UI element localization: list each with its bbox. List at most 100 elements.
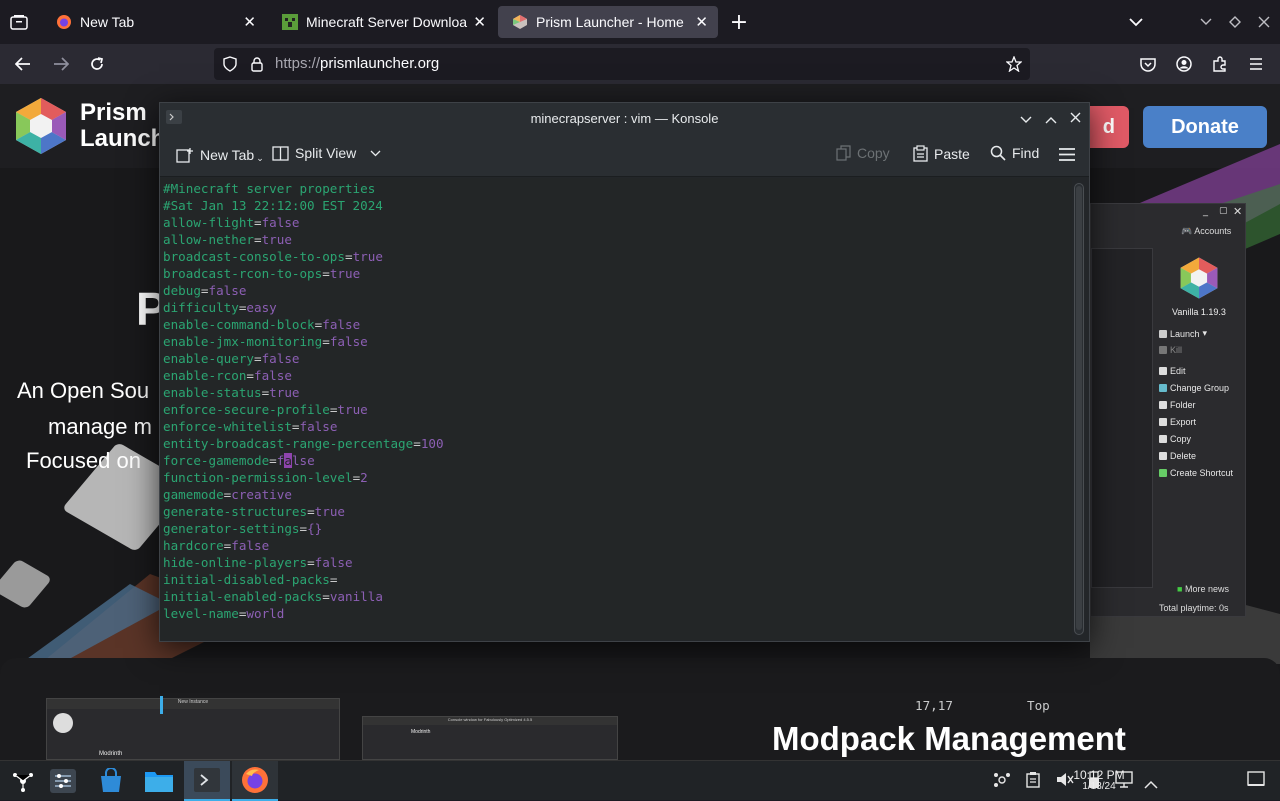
equals-sign: = [307,555,315,570]
copy-button[interactable]: Copy [836,145,890,161]
create-shortcut-button[interactable]: Create Shortcut [1159,468,1233,478]
property-value: false [329,334,368,349]
close-tab-icon[interactable]: ✕ [469,13,486,31]
url-bar[interactable]: https://prismlauncher.org [214,48,1030,80]
scrollbar-thumb[interactable] [1076,186,1082,630]
back-arrow-icon[interactable] [12,54,34,74]
clipboard-icon[interactable] [1026,771,1040,792]
property-key: enforce-whitelist [163,419,292,434]
pocket-icon[interactable] [1138,54,1158,74]
maximize-icon[interactable] [1045,112,1057,127]
new-tab-icon [176,147,193,163]
property-key: enable-rcon [163,368,247,383]
close-icon[interactable] [1070,111,1081,126]
export-icon [1159,418,1167,426]
discover-store-button[interactable] [88,761,134,801]
property-line: enable-command-block=false [163,316,1072,333]
property-value: true [269,385,300,400]
list-all-tabs-icon[interactable] [1126,12,1146,32]
tab-minecraft[interactable]: Minecraft Server Downloa ✕ [268,6,496,38]
maximize-icon[interactable]: ▢ [1219,206,1228,216]
file-manager-button[interactable] [136,761,182,801]
folder-button[interactable]: Folder [1159,400,1196,410]
tab-overview-icon[interactable] [8,12,30,32]
property-key: enable-jmx-monitoring [163,334,323,349]
system-settings-button[interactable] [40,761,86,801]
close-icon[interactable]: ✕ [1233,205,1242,218]
close-tab-icon[interactable]: ✕ [243,13,256,31]
new-tab-button[interactable]: New Tab ⌄ [176,145,264,164]
forward-arrow-icon[interactable] [50,54,72,74]
property-line: broadcast-rcon-to-ops=true [163,265,1072,282]
property-line: generator-settings={} [163,520,1072,537]
split-view-button[interactable]: Split View [272,145,381,161]
property-line: force-gamemode=false [163,452,1072,469]
vim-buffer[interactable]: #Minecraft server properties #Sat Jan 13 … [163,180,1072,622]
find-button[interactable]: Find [990,145,1039,161]
equals-sign: = [307,504,315,519]
donate-button[interactable]: Donate [1143,106,1267,148]
network-share-icon[interactable] [993,771,1011,793]
property-value: true [337,402,368,417]
hero-tagline: Focused on [26,448,141,473]
minimize-window-icon[interactable] [1196,12,1216,32]
property-key: enable-command-block [163,317,315,332]
edit-button[interactable]: Edit [1159,366,1186,376]
bookmark-star-icon[interactable] [1004,54,1024,74]
firefox-taskbar-button[interactable] [232,761,278,801]
paste-button[interactable]: Paste [913,145,970,162]
reload-icon[interactable] [86,54,108,74]
kill-button[interactable]: Kill [1159,345,1182,355]
property-key: level-name [163,606,239,621]
change-group-button[interactable]: Change Group [1159,383,1229,393]
instance-icon [1180,257,1218,299]
maximize-window-icon[interactable] [1225,12,1245,32]
shield-icon[interactable] [220,54,240,74]
launch-button[interactable]: Launch ▾ [1159,328,1207,339]
property-key: hide-online-players [163,555,308,570]
property-value: true [352,249,383,264]
accounts-button[interactable]: 🎮 Accounts [1181,226,1231,237]
konsole-titlebar[interactable]: minecrapserver : vim — Konsole [160,103,1089,133]
new-tab-plus-icon[interactable]: + [728,10,750,35]
property-line: initial-enabled-packs=vanilla [163,588,1072,605]
show-desktop-icon[interactable] [1247,771,1265,791]
property-line: allow-flight=false [163,214,1072,231]
konsole-toolbar: New Tab ⌄ Split View Copy Paste Find [160,133,1089,177]
property-key: debug [163,283,201,298]
property-value: false [208,283,247,298]
equals-sign: = [291,419,300,434]
delete-button[interactable]: Delete [1159,451,1196,461]
minimize-icon[interactable] [1020,112,1032,127]
lock-icon[interactable] [247,54,267,74]
property-value: vanilla [329,589,383,604]
more-news-button[interactable]: ■ More news [1177,584,1229,594]
copy-instance-button[interactable]: Copy [1159,434,1191,444]
tab-new-tab[interactable]: New Tab ✕ [42,6,266,38]
copy-icon [1159,435,1167,443]
property-key: initial-enabled-packs [163,589,323,604]
property-value: false [261,215,300,230]
firefox-icon [57,15,71,29]
equals-sign: = [299,521,308,536]
export-button[interactable]: Export [1159,417,1196,427]
terminal-view[interactable]: #Minecraft server properties #Sat Jan 13 … [160,178,1072,714]
konsole-taskbar-button[interactable] [184,761,230,801]
store-bag-icon [101,768,121,792]
property-value: false [299,419,338,434]
menu-hamburger-icon[interactable] [1246,54,1266,74]
property-value: true [314,504,345,519]
minimize-icon[interactable]: _ [1203,206,1208,217]
close-tab-icon[interactable]: ✕ [695,13,708,31]
extensions-icon[interactable] [1210,54,1230,74]
property-key: hardcore [163,538,224,553]
tray-expand-chevron-icon[interactable] [1144,775,1158,793]
property-key: enforce-secure-profile [163,402,330,417]
tab-label: Prism Launcher - Home [536,14,684,30]
hamburger-menu-button[interactable] [1059,148,1075,161]
terminal-scrollbar[interactable] [1074,183,1084,635]
tab-prism-launcher[interactable]: Prism Launcher - Home ✕ [498,6,718,38]
account-icon[interactable] [1174,54,1194,74]
close-window-icon[interactable] [1254,12,1274,32]
digital-clock[interactable]: 10:12 PM 1/13/24 [1066,769,1132,793]
